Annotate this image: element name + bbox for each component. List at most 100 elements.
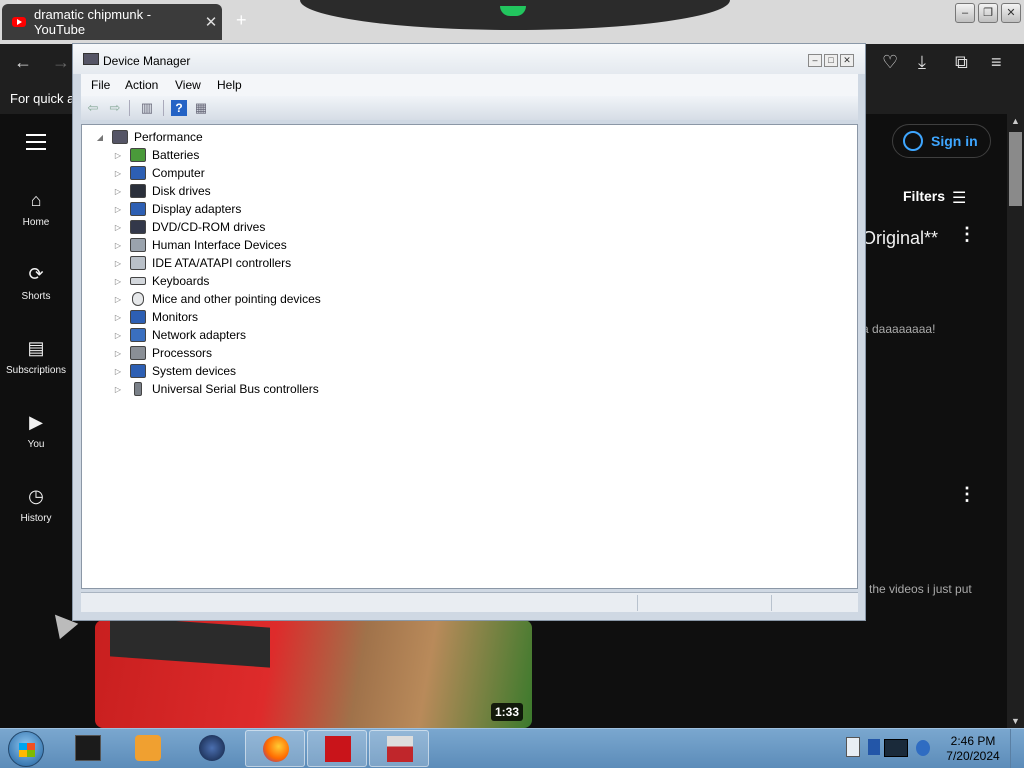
expand-icon[interactable]: ▷ <box>112 367 124 376</box>
browser-minimize-button[interactable]: – <box>955 3 975 23</box>
thumbnail-detail <box>110 620 270 668</box>
menu-view[interactable]: View <box>175 78 201 92</box>
maximize-button[interactable]: □ <box>824 54 838 67</box>
expand-icon[interactable]: ▷ <box>112 205 124 214</box>
browser-tab-bar: dramatic chipmunk - YouTube ✕ + – ❐ ✕ <box>0 0 1024 44</box>
computer-icon <box>112 130 128 144</box>
network-icon[interactable] <box>884 739 908 757</box>
tree-node-processors[interactable]: ▷ Processors <box>112 344 212 362</box>
tree-root-performance[interactable]: ◢ Performance <box>94 128 203 146</box>
taskbar-app-device-manager[interactable] <box>369 730 429 767</box>
back-arrow-icon[interactable]: ⇦ <box>85 100 101 116</box>
expand-icon[interactable]: ▷ <box>112 223 124 232</box>
expand-icon[interactable]: ▷ <box>112 277 124 286</box>
sidebar-item-label: You <box>27 439 45 450</box>
browser-close-button[interactable]: ✕ <box>1001 3 1021 23</box>
tree-node-batteries[interactable]: ▷ Batteries <box>112 146 199 164</box>
menu-file[interactable]: File <box>91 78 110 92</box>
tree-node-mice-and-other-pointing-devices[interactable]: ▷ Mice and other pointing devices <box>112 290 321 308</box>
tree-node-universal-serial-bus-controllers[interactable]: ▷ Universal Serial Bus controllers <box>112 380 319 398</box>
extensions-icon[interactable]: ⧉ <box>955 52 968 73</box>
expand-icon[interactable]: ▷ <box>112 295 124 304</box>
new-tab-button[interactable]: + <box>236 10 247 31</box>
properties-icon[interactable]: ▦ <box>193 100 209 116</box>
expand-icon[interactable]: ▷ <box>112 169 124 178</box>
tree-node-network-adapters[interactable]: ▷ Network adapters <box>112 326 246 344</box>
terminal-icon <box>75 735 101 761</box>
pocket-icon[interactable]: ♡ <box>882 52 898 73</box>
tree-node-computer[interactable]: ▷ Computer <box>112 164 205 182</box>
status-divider <box>771 595 772 611</box>
tree-node-keyboards[interactable]: ▷ Keyboards <box>112 272 209 290</box>
start-button[interactable] <box>8 731 44 767</box>
keyboard-icon <box>130 277 146 285</box>
tree-node-display-adapters[interactable]: ▷ Display adapters <box>112 200 241 218</box>
filters-icon[interactable]: ☰ <box>952 188 966 208</box>
video-thumbnail[interactable] <box>95 620 532 728</box>
security-icon[interactable] <box>868 739 880 755</box>
menu-icon[interactable]: ≡ <box>991 52 1002 73</box>
scroll-down-icon[interactable]: ▼ <box>1011 716 1020 726</box>
show-hide-console-tree-icon[interactable]: ▥ <box>139 100 155 116</box>
more-options-icon[interactable]: ⋮ <box>958 224 976 245</box>
status-divider <box>637 595 638 611</box>
sidebar-item-shorts[interactable]: ⟳ Shorts <box>0 264 72 302</box>
video-duration-badge: 1:33 <box>491 703 524 721</box>
collapse-icon[interactable]: ◢ <box>94 133 106 142</box>
scroll-up-icon[interactable]: ▲ <box>1011 116 1020 126</box>
forward-arrow-icon[interactable]: ⇨ <box>107 100 123 116</box>
expand-icon[interactable]: ▷ <box>112 313 124 322</box>
expand-icon[interactable]: ▷ <box>112 259 124 268</box>
taskbar-app-media-player[interactable] <box>118 730 178 767</box>
tree-node-dvd-cd-rom-drives[interactable]: ▷ DVD/CD-ROM drives <box>112 218 265 236</box>
tree-node-human-interface-devices[interactable]: ▷ Human Interface Devices <box>112 236 287 254</box>
sign-in-button[interactable]: Sign in <box>892 124 991 158</box>
video-title[interactable]: Original** <box>862 228 938 249</box>
close-button[interactable]: ✕ <box>840 54 854 67</box>
more-options-icon[interactable]: ⋮ <box>958 484 976 505</box>
hamburger-menu-icon[interactable] <box>26 134 46 155</box>
menu-help[interactable]: Help <box>217 78 242 92</box>
device-manager-titlebar[interactable]: Device Manager – □ ✕ <box>73 44 865 74</box>
browser-tab-youtube[interactable]: dramatic chipmunk - YouTube ✕ <box>2 4 222 40</box>
forward-arrow-icon[interactable]: → <box>52 52 70 73</box>
taskbar-app-browser[interactable] <box>182 730 242 767</box>
expand-icon[interactable]: ▷ <box>112 331 124 340</box>
sidebar-item-history[interactable]: ◷ History <box>0 486 72 524</box>
expand-icon[interactable]: ▷ <box>112 385 124 394</box>
sidebar-item-you[interactable]: ▶ You <box>0 412 72 450</box>
video-description: a daaaaaaaa! <box>862 322 936 336</box>
tree-node-monitors[interactable]: ▷ Monitors <box>112 308 198 326</box>
display-adapter-icon <box>130 202 146 216</box>
menu-action[interactable]: Action <box>125 78 158 92</box>
tree-node-label: Monitors <box>152 310 199 324</box>
sidebar-item-home[interactable]: ⌂ Home <box>0 190 72 228</box>
tree-node-disk-drives[interactable]: ▷ Disk drives <box>112 182 211 200</box>
globe-icon <box>199 735 225 761</box>
action-center-icon[interactable] <box>846 737 860 757</box>
taskbar-app-terminal[interactable] <box>58 730 118 767</box>
filters-button[interactable]: Filters <box>903 188 945 204</box>
taskbar-app-firefox[interactable] <box>245 730 305 767</box>
expand-icon[interactable]: ▷ <box>112 151 124 160</box>
browser-restore-button[interactable]: ❐ <box>978 3 998 23</box>
volume-icon[interactable] <box>916 740 930 756</box>
minimize-button[interactable]: – <box>808 54 822 67</box>
tree-node-ide-ata-atapi-controllers[interactable]: ▷ IDE ATA/ATAPI controllers <box>112 254 291 272</box>
taskbar-app-acrobat[interactable] <box>307 730 367 767</box>
toolbox-icon <box>387 736 413 762</box>
help-icon[interactable]: ? <box>171 100 187 116</box>
system-clock[interactable]: 2:46 PM 7/20/2024 <box>940 734 1006 764</box>
scrollbar-thumb[interactable] <box>1009 132 1022 206</box>
tab-close-icon[interactable]: ✕ <box>200 13 222 31</box>
page-scrollbar[interactable]: ▲ ▼ <box>1007 114 1024 728</box>
expand-icon[interactable]: ▷ <box>112 241 124 250</box>
show-desktop-button[interactable] <box>1010 729 1024 768</box>
sidebar-item-subscriptions[interactable]: ▤ Subscriptions <box>0 338 72 376</box>
monitor-icon <box>130 310 146 324</box>
back-arrow-icon[interactable]: ← <box>14 52 32 73</box>
expand-icon[interactable]: ▷ <box>112 187 124 196</box>
expand-icon[interactable]: ▷ <box>112 349 124 358</box>
download-icon[interactable]: ⤓ <box>918 52 926 73</box>
tree-node-system-devices[interactable]: ▷ System devices <box>112 362 236 380</box>
